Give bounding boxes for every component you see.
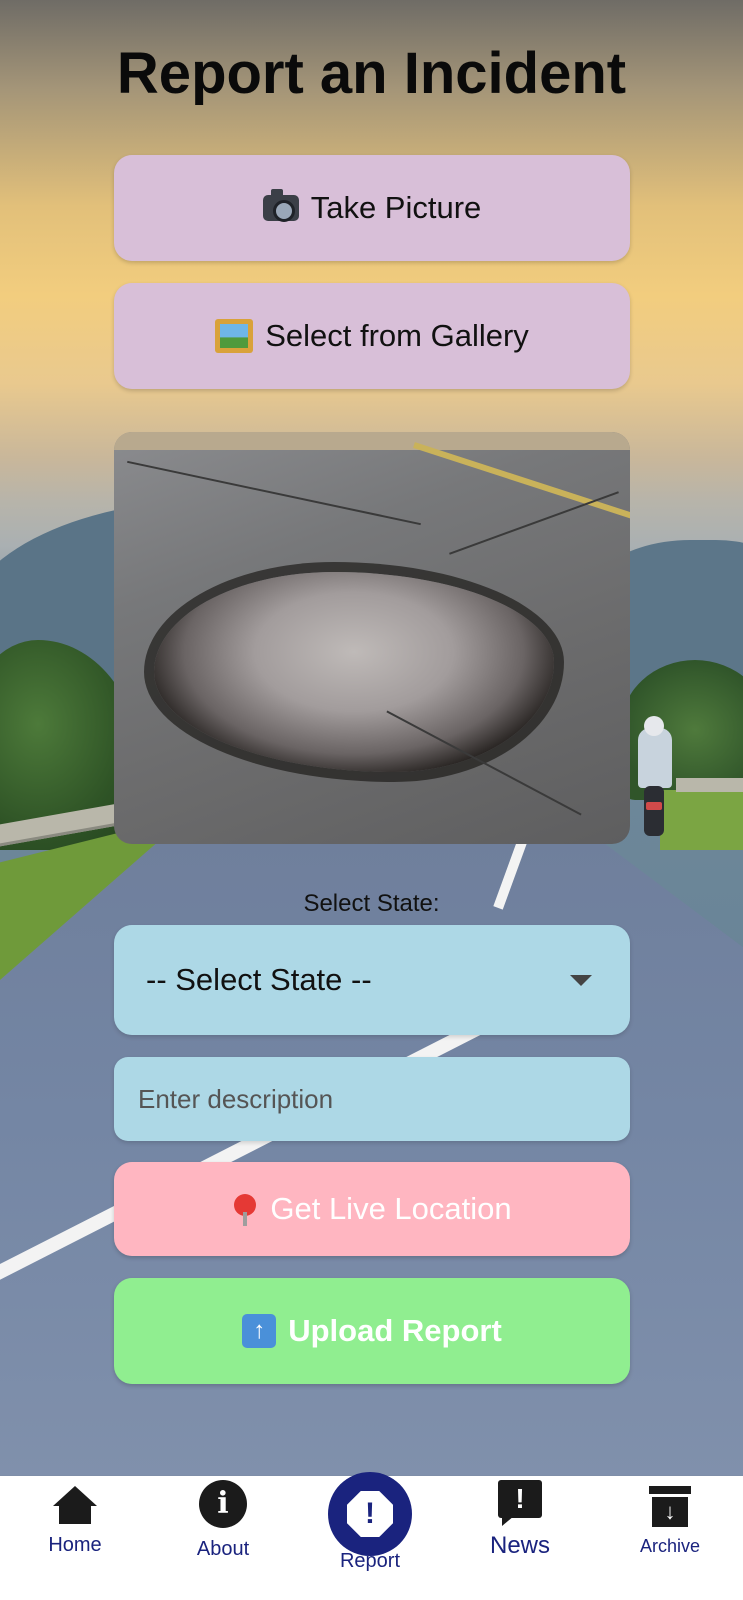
take-picture-button[interactable]: Take Picture xyxy=(114,155,630,261)
select-from-gallery-button[interactable]: Select from Gallery xyxy=(114,283,630,389)
nav-news-label: News xyxy=(489,1532,550,1559)
nav-item-about[interactable]: i About xyxy=(178,1476,268,1561)
nav-home-label: Home xyxy=(48,1534,102,1556)
state-dropdown[interactable]: -- Select State -- xyxy=(114,925,630,1035)
up-arrow-icon: ↑ xyxy=(242,1314,277,1348)
report-icon: ! xyxy=(347,1491,393,1537)
upload-label: Upload Report xyxy=(288,1313,502,1348)
nav-item-report[interactable]: ! Report xyxy=(320,1472,420,1573)
bottom-navigation: Home i About ! Report ! News ↓ Archive xyxy=(0,1472,743,1600)
location-label: Get Live Location xyxy=(270,1191,512,1226)
info-icon: i xyxy=(199,1480,247,1528)
upload-report-button[interactable]: ↑ Upload Report xyxy=(114,1278,630,1384)
report-active-indicator: ! xyxy=(328,1472,412,1556)
archive-icon: ↓ xyxy=(649,1486,691,1528)
get-live-location-button[interactable]: Get Live Location xyxy=(114,1162,630,1256)
nav-item-archive[interactable]: ↓ Archive xyxy=(620,1482,720,1557)
home-icon xyxy=(53,1486,97,1526)
camera-icon xyxy=(262,189,299,222)
selected-image-preview xyxy=(114,432,630,844)
nav-item-news[interactable]: ! News xyxy=(475,1476,565,1560)
news-icon: ! xyxy=(498,1480,542,1526)
state-selected-value: -- Select State -- xyxy=(146,962,372,997)
picture-frame-icon xyxy=(215,319,254,353)
page-title: Report an Incident xyxy=(116,41,627,106)
nav-about-label: About xyxy=(196,1538,250,1560)
take-picture-label: Take Picture xyxy=(310,190,482,225)
location-pin-icon xyxy=(232,1194,258,1226)
dropdown-caret-icon xyxy=(570,975,592,986)
nav-item-home[interactable]: Home xyxy=(30,1482,120,1557)
nav-report-label: Report xyxy=(339,1550,401,1572)
nav-archive-label: Archive xyxy=(639,1536,701,1556)
state-label: Select State: xyxy=(303,890,440,917)
gallery-label: Select from Gallery xyxy=(265,318,529,353)
description-input[interactable] xyxy=(114,1057,630,1141)
